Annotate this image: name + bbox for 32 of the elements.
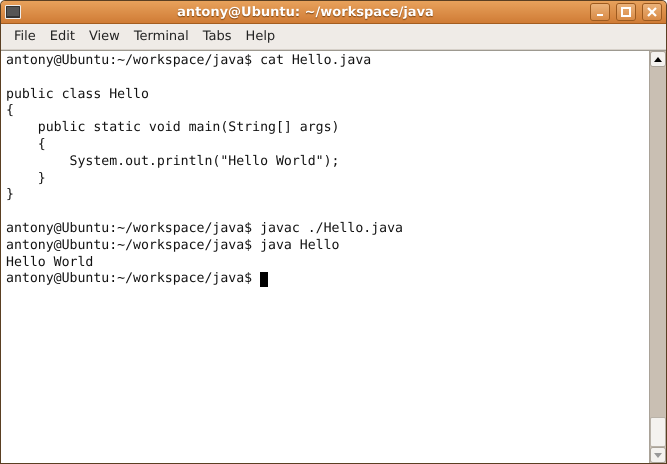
menu-item[interactable]: Edit (42, 26, 82, 47)
close-button[interactable] (642, 3, 662, 21)
menu-item[interactable]: Terminal (126, 26, 196, 47)
menu-item[interactable]: Help (238, 26, 282, 47)
terminal-line: public class Hello (6, 86, 149, 104)
scrollbar-thumb[interactable] (650, 417, 666, 447)
scroll-down-button[interactable] (650, 447, 666, 463)
terminal-line: antony@Ubuntu:~/workspace/java$ java Hello (6, 238, 340, 255)
scroll-up-button[interactable] (650, 51, 666, 67)
menu-item[interactable]: Tabs (196, 26, 239, 47)
maximize-button[interactable] (616, 3, 636, 21)
terminal-line: Hello World (6, 254, 94, 272)
scrollbar[interactable] (649, 51, 666, 463)
terminal-line: antony@Ubuntu:~/workspace/java$ (6, 271, 254, 288)
text-cursor (260, 272, 268, 288)
terminal-line: public static void main(String[] args) (36, 120, 340, 137)
terminal-line: antony@Ubuntu:~/workspace/java$ cat Hello.java (6, 53, 372, 70)
terminal-icon (5, 5, 21, 19)
up-arrow-icon (654, 56, 662, 62)
minimize-button[interactable] (590, 3, 610, 21)
close-icon (647, 7, 657, 17)
terminal-line: } (36, 170, 46, 188)
window-title: antony@Ubuntu: ~/workspace/java (176, 4, 435, 20)
terminal-line: System.out.println("Hello World"); (68, 154, 340, 171)
terminal-line: { (6, 103, 14, 120)
terminal-line: antony@Ubuntu:~/workspace/java$ javac ./Hello.java (6, 220, 403, 238)
menu-item[interactable]: View (82, 26, 127, 47)
down-arrow-icon (654, 452, 662, 458)
terminal-line: { (36, 136, 46, 154)
maximize-icon (621, 7, 631, 17)
menu-item[interactable]: File (7, 26, 43, 47)
terminal-line: } (6, 187, 14, 204)
